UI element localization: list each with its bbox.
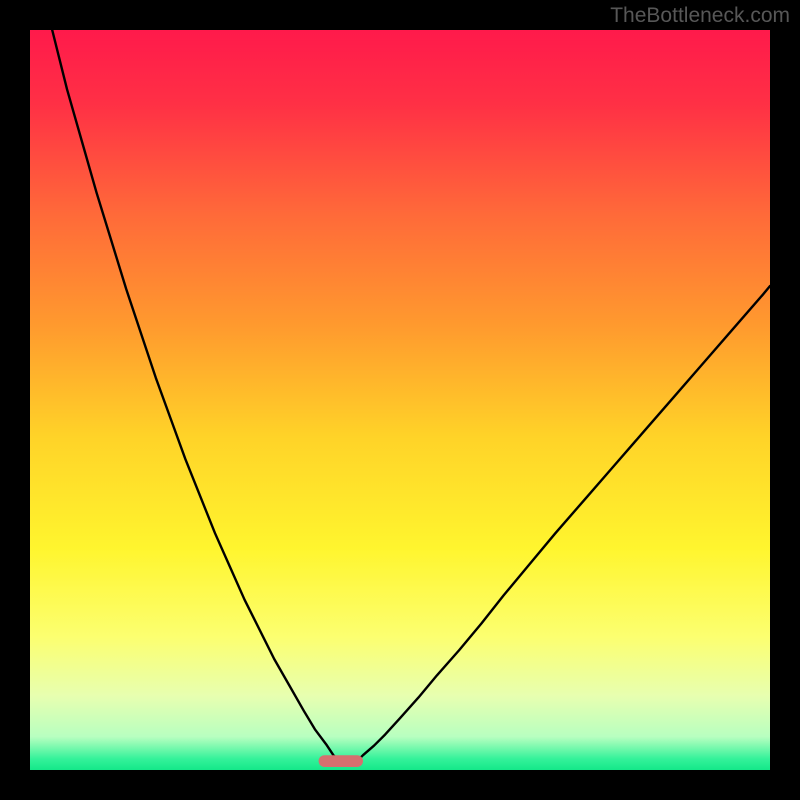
chart-plot-area	[30, 30, 770, 770]
chart-svg	[30, 30, 770, 770]
chart-outer-frame: TheBottleneck.com	[0, 0, 800, 800]
watermark-text: TheBottleneck.com	[610, 4, 790, 28]
bottleneck-marker	[319, 755, 363, 767]
chart-marker-group	[319, 755, 363, 767]
chart-background	[30, 30, 770, 770]
